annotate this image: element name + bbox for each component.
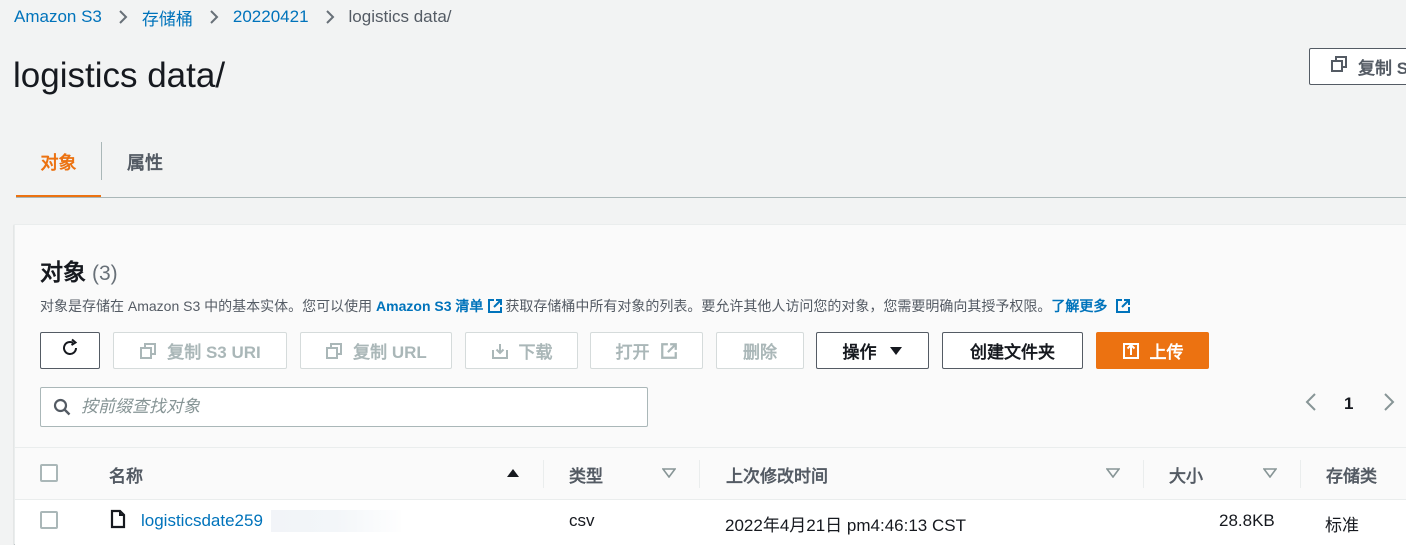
actions-label: 操作 [842,343,877,362]
refresh-icon [60,338,80,363]
pagination-next[interactable] [1383,389,1395,419]
chevron-right-icon [1383,392,1395,417]
copy-s3-uri-label: 复制 S [1358,59,1406,78]
column-separator [1143,460,1144,488]
chevron-left-icon [1305,392,1317,417]
chevron-right-icon [118,9,128,25]
breadcrumb-amazon-s3[interactable]: Amazon S3 [14,7,102,27]
breadcrumb-bucket[interactable]: 20220421 [233,7,309,27]
copy-icon [325,342,343,360]
redacted-area [271,510,401,532]
search-icon [53,398,71,416]
object-size: 28.8KB [1219,511,1275,530]
description-text-2: 获取存储桶中所有对象的列表。要允许其他人访问您的对象，您需要明确向其授予权限。 [505,298,1052,314]
column-header-type[interactable]: 类型 [569,448,603,500]
upload-button[interactable]: 上传 [1096,332,1209,369]
copy-icon [1330,55,1348,78]
actions-dropdown[interactable]: 操作 [816,332,929,369]
sort-down-icon[interactable] [1106,468,1120,478]
copy-s3-uri-label: 复制 S3 URI [167,343,261,362]
file-icon [110,509,126,534]
select-all-checkbox[interactable] [40,464,58,482]
download-icon [491,342,509,360]
pagination-current-page[interactable]: 1 [1344,389,1353,419]
panel-description: 对象是存储在 Amazon S3 中的基本实体。您可以使用 Amazon S3 … [40,296,1133,317]
object-type: csv [569,511,595,530]
tabs: 对象 属性 [16,142,1406,198]
caret-down-icon [889,341,903,361]
create-folder-button[interactable]: 创建文件夹 [942,332,1083,369]
learn-more-link[interactable]: 了解更多 [1051,298,1107,314]
objects-panel: 对象 (3) 对象是存储在 Amazon S3 中的基本实体。您可以使用 Amaz… [14,224,1406,545]
copy-s3-uri-button[interactable]: 复制 S3 URI [113,332,287,369]
column-header-storage-class[interactable]: 存储类 [1326,448,1377,500]
object-storage-class: 标准 [1325,516,1359,535]
object-name-link[interactable]: logisticsdate259 [141,511,263,531]
search-input[interactable] [79,396,619,418]
download-button[interactable]: 下载 [465,332,578,369]
upload-label: 上传 [1149,343,1184,362]
table-row: logisticsdate259 csv 2022年4月21日 pm4:46:1… [15,500,1406,545]
external-link-icon [660,342,678,360]
tab-objects[interactable]: 对象 [16,142,101,198]
search-box [40,387,648,427]
column-header-name[interactable]: 名称 [109,448,143,500]
panel-title: 对象 (3) [40,253,118,287]
copy-url-button[interactable]: 复制 URL [300,332,452,369]
breadcrumb: Amazon S3 存储桶 20220421 logistics data/ [14,5,452,30]
tab-properties[interactable]: 属性 [127,142,163,198]
sort-up-icon[interactable] [506,468,520,478]
row-checkbox[interactable] [40,511,58,529]
refresh-button[interactable] [40,332,100,369]
external-link-icon [1115,298,1131,317]
copy-s3-uri-button[interactable]: 复制 S [1309,48,1406,85]
column-header-size[interactable]: 大小 [1169,448,1203,500]
column-separator [1300,460,1301,488]
sort-down-icon[interactable] [662,468,676,478]
external-link-icon [487,298,503,317]
delete-button[interactable]: 删除 [716,332,804,369]
object-count: (3) [92,262,118,285]
column-separator [699,460,700,488]
breadcrumb-current: logistics data/ [348,7,452,26]
description-text-1: 对象是存储在 Amazon S3 中的基本实体。您可以使用 [40,298,377,314]
tabs-baseline [16,197,1406,198]
object-last-modified: 2022年4月21日 pm4:46:13 CST [725,516,966,535]
download-label: 下载 [518,343,553,362]
column-header-last-modified[interactable]: 上次修改时间 [726,448,828,500]
tab-divider [101,142,102,180]
copy-icon [139,342,157,360]
breadcrumb-buckets[interactable]: 存储桶 [142,5,193,30]
copy-url-label: 复制 URL [353,343,427,362]
column-separator [543,460,544,488]
open-button[interactable]: 打开 [590,332,703,369]
chevron-right-icon [325,9,335,25]
inventory-link[interactable]: Amazon S3 清单 [376,298,483,314]
pagination-prev[interactable] [1305,389,1317,419]
open-label: 打开 [615,343,650,362]
panel-title-text: 对象 [40,259,86,285]
table-header: 名称 类型 上次修改时间 大小 存储类 [15,447,1406,500]
chevron-right-icon [209,9,219,25]
upload-icon [1122,342,1140,360]
page-title: logistics data/ [13,56,226,95]
sort-down-icon[interactable] [1263,468,1277,478]
